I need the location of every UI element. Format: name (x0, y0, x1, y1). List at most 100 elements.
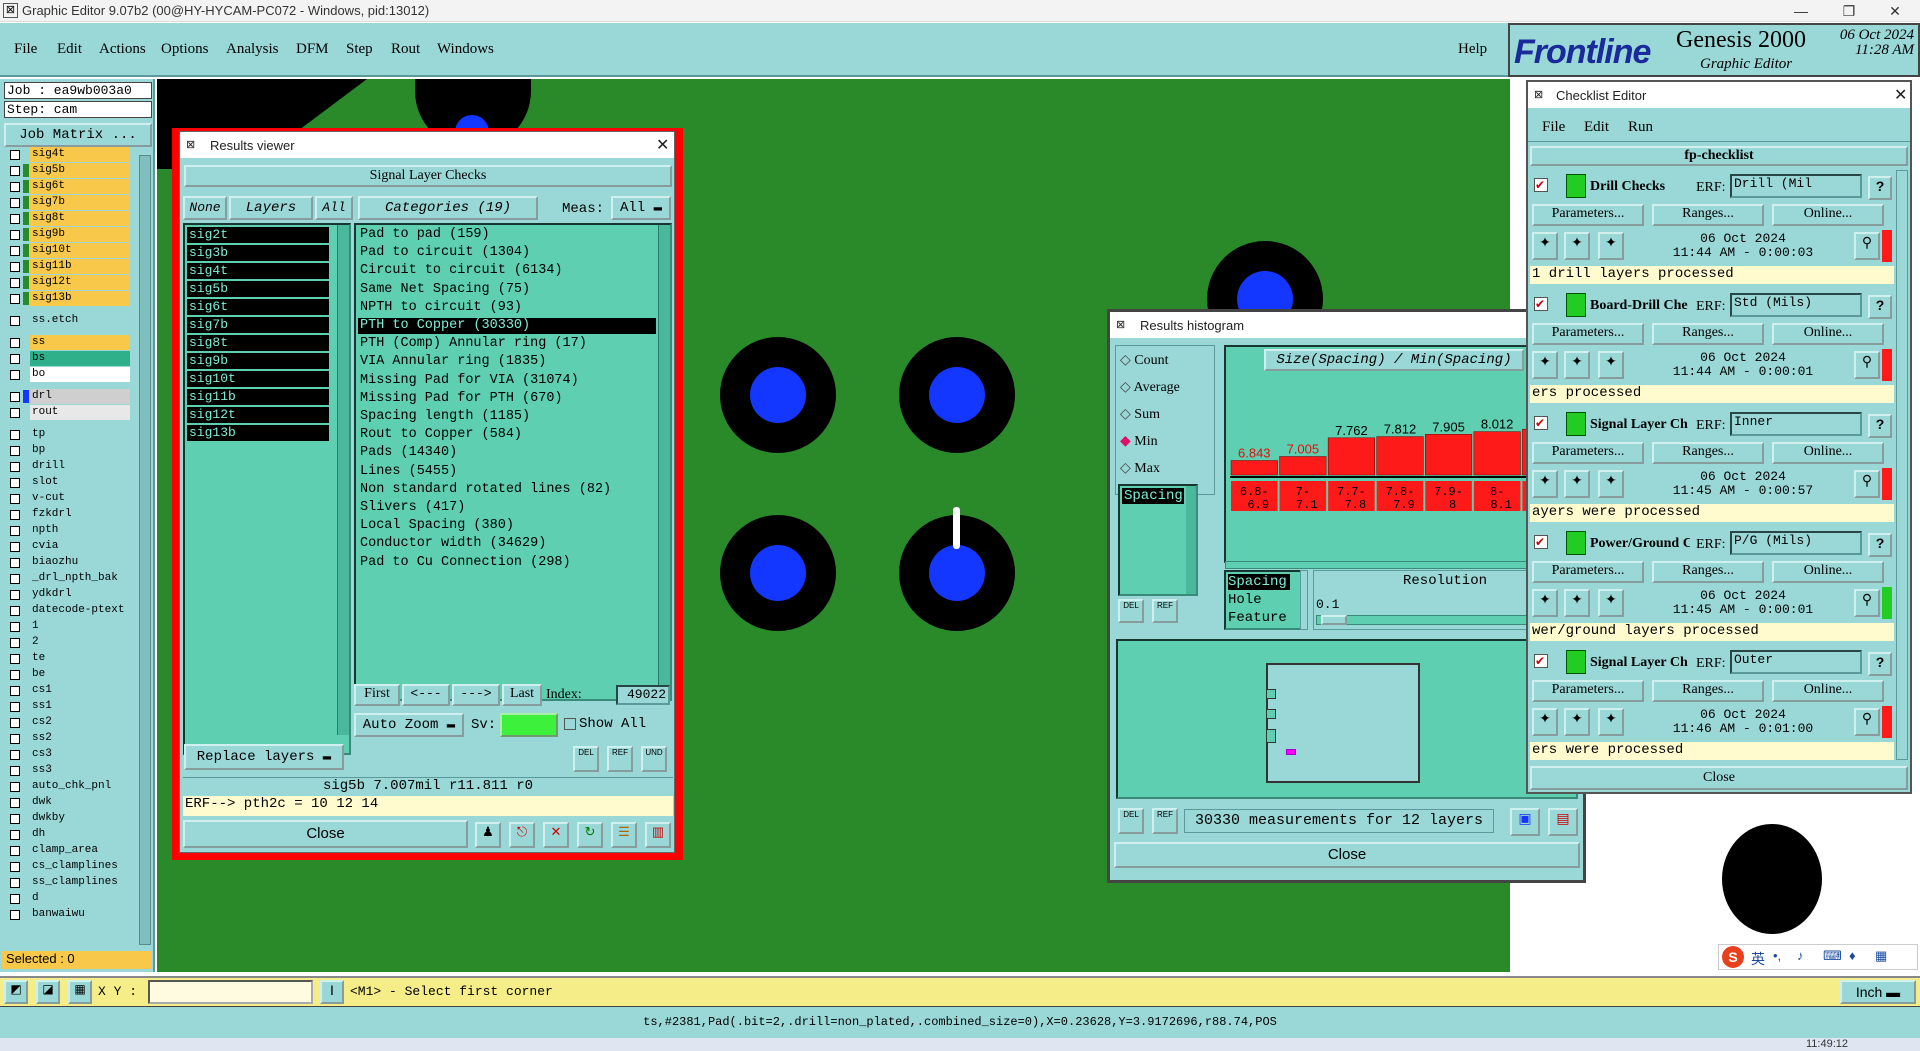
exit-icon[interactable]: ⎋ (509, 822, 535, 848)
mic-icon[interactable]: ♪ (1797, 948, 1804, 963)
category-item[interactable]: Pad to Cu Connection (298) (358, 555, 656, 571)
layer-checkbox[interactable] (10, 798, 20, 808)
layer-checkbox[interactable] (10, 910, 20, 920)
layer-checkbox[interactable] (10, 370, 20, 380)
prev-button[interactable]: <--- (402, 684, 450, 706)
item-checkbox[interactable]: ✔ (1534, 416, 1548, 430)
run-icon[interactable]: ✦ (1532, 232, 1558, 260)
layer-scrollbar[interactable] (139, 155, 151, 945)
undo-icon[interactable]: UND (641, 746, 667, 772)
option-max[interactable]: ◇ Max (1120, 460, 1160, 477)
layer-checkbox[interactable] (10, 670, 20, 680)
category-item[interactable]: PTH (Comp) Annular ring (17) (358, 336, 656, 352)
online-button[interactable]: Online... (1772, 561, 1884, 583)
stop-icon[interactable]: ✦ (1598, 351, 1624, 379)
list-icon[interactable]: ☰ (611, 822, 637, 848)
layer-checkbox[interactable] (10, 150, 20, 160)
categories-button[interactable]: Categories (19) (358, 196, 538, 220)
erf-field[interactable]: P/G (Mils) (1730, 531, 1862, 555)
option-sum[interactable]: ◇ Sum (1120, 406, 1160, 423)
layer-row[interactable]: 1 (8, 619, 130, 634)
layer-row[interactable]: sig4t (8, 147, 130, 162)
show-all-checkbox[interactable] (564, 718, 576, 730)
checklist-menu-run[interactable]: Run (1628, 119, 1653, 136)
layer-row[interactable]: datecode-ptext (8, 603, 130, 618)
stop-icon[interactable]: ✦ (1598, 470, 1624, 498)
attribute-item[interactable]: Spacing (1122, 488, 1184, 504)
result-layer-item[interactable]: sig5b (187, 281, 329, 297)
layer-row[interactable]: v-cut (8, 491, 130, 506)
chart-scrollbar[interactable] (1225, 561, 1575, 569)
category-item[interactable]: Lines (5455) (358, 464, 656, 480)
run-icon[interactable]: ✦ (1532, 589, 1558, 617)
info-icon[interactable]: I (320, 980, 344, 1004)
checklist-menu-edit[interactable]: Edit (1584, 119, 1609, 136)
drill-pad[interactable] (720, 515, 836, 631)
layer-row[interactable]: ss1 (8, 699, 130, 714)
category-item[interactable]: PTH to Copper (30330) (358, 318, 656, 334)
online-button[interactable]: Online... (1772, 323, 1884, 345)
layer-checkbox[interactable] (10, 766, 20, 776)
help-icon[interactable]: ? (1868, 533, 1892, 557)
sv-color-select[interactable] (500, 713, 558, 737)
layer-row[interactable]: npth (8, 523, 130, 538)
ref-icon[interactable]: REF (607, 746, 633, 772)
restore-icon[interactable]: ❐ (1826, 0, 1872, 22)
run-icon[interactable]: ✦ (1532, 470, 1558, 498)
layer-row[interactable]: sig8t (8, 211, 130, 226)
zoom-icon[interactable]: ⚲ (1854, 470, 1880, 498)
xy-input[interactable] (148, 980, 313, 1004)
layer-row[interactable]: cvia (8, 539, 130, 554)
action-icon[interactable] (1566, 412, 1586, 436)
layer-checkbox[interactable] (10, 316, 20, 326)
category-item[interactable]: Spacing length (1185) (358, 409, 656, 425)
layer-row[interactable]: dwk (8, 795, 130, 810)
layer-row[interactable]: tp (8, 427, 130, 442)
last-button[interactable]: Last (502, 684, 542, 706)
replace-layers-select[interactable]: Replace layers ▬ (184, 744, 344, 770)
histogram-icon[interactable]: ▥ (645, 822, 671, 848)
layer-checkbox[interactable] (10, 430, 20, 440)
all-button[interactable]: All (315, 196, 353, 220)
layer-row[interactable]: ss (8, 335, 130, 350)
layer-row[interactable]: biaozhu (8, 555, 130, 570)
run-all-icon[interactable]: ✦ (1564, 589, 1590, 617)
shirt-icon[interactable]: ♦ (1849, 948, 1856, 963)
layer-checkbox[interactable] (10, 230, 20, 240)
close-button[interactable]: Close (183, 820, 468, 848)
person-icon[interactable]: ♟ (475, 822, 501, 848)
layer-row[interactable]: ss3 (8, 763, 130, 778)
layer-checkbox[interactable] (10, 750, 20, 760)
layer-row[interactable]: banwaiwu (8, 907, 130, 922)
run-all-icon[interactable]: ✦ (1564, 232, 1590, 260)
stop-icon[interactable]: ✦ (1598, 589, 1624, 617)
category-item[interactable]: Missing Pad for VIA (31074) (358, 373, 656, 389)
ranges-button[interactable]: Ranges... (1652, 204, 1764, 226)
menu-edit[interactable]: Edit (57, 41, 82, 58)
result-layer-item[interactable]: sig3b (187, 245, 329, 261)
layer-checkbox[interactable] (10, 198, 20, 208)
stop-icon[interactable]: ✦ (1598, 708, 1624, 736)
layer-checkbox[interactable] (10, 622, 20, 632)
layer-row[interactable]: dh (8, 827, 130, 842)
result-layer-item[interactable]: sig4t (187, 263, 329, 279)
stop-icon[interactable]: ✦ (1598, 232, 1624, 260)
result-layer-item[interactable]: sig11b (187, 389, 329, 405)
auto-zoom-select[interactable]: Auto Zoom ▬ (354, 713, 464, 737)
ime-punct-icon[interactable]: •, (1773, 948, 1781, 963)
layer-row[interactable]: ss.etch (8, 313, 130, 328)
layer-checkbox[interactable] (10, 446, 20, 456)
parameters-button[interactable]: Parameters... (1532, 561, 1644, 583)
scrollbar[interactable] (1186, 486, 1196, 594)
ref-icon[interactable]: REF (1152, 599, 1178, 623)
menu-actions[interactable]: Actions (99, 41, 146, 58)
layer-row[interactable]: 2 (8, 635, 130, 650)
layer-checkbox[interactable] (10, 478, 20, 488)
category-item[interactable]: NPTH to circuit (93) (358, 300, 656, 316)
menu-rout[interactable]: Rout (391, 41, 420, 58)
layer-checkbox[interactable] (10, 846, 20, 856)
layer-checkbox[interactable] (10, 462, 20, 472)
ref-icon[interactable]: REF (1152, 808, 1178, 834)
layer-checkbox[interactable] (10, 182, 20, 192)
erf-field[interactable]: Std (Mils) (1730, 293, 1862, 317)
